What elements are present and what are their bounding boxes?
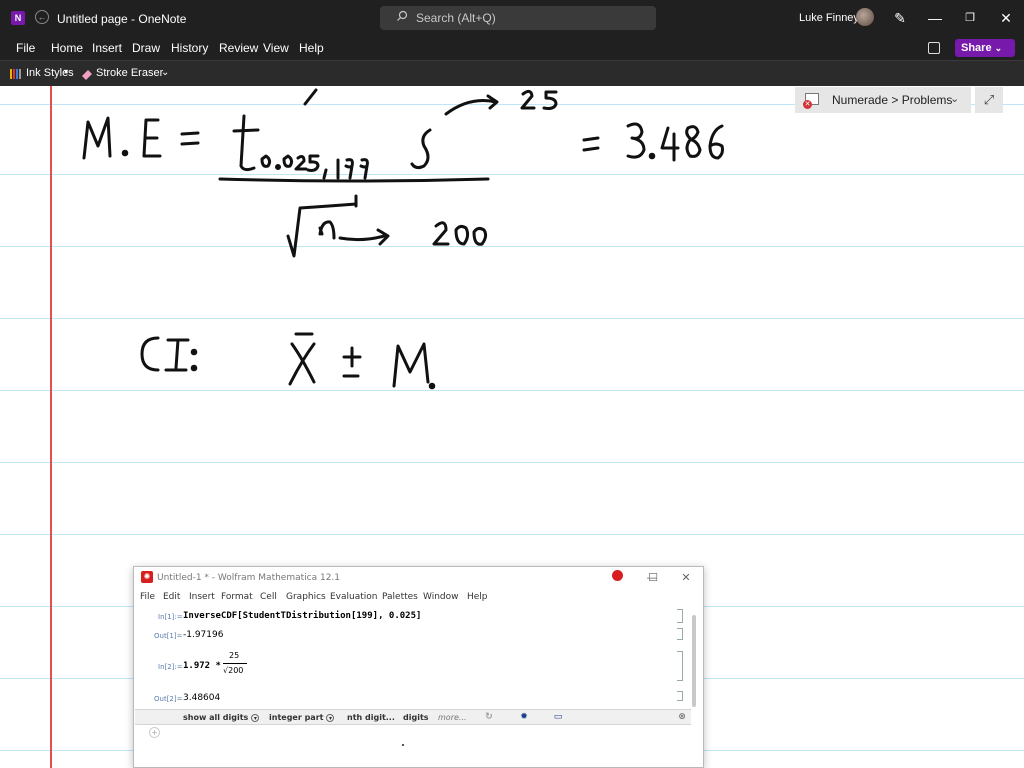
suggestion-digits[interactable]: digits [403,713,429,722]
mm-menu-file[interactable]: File [140,592,155,602]
suggestion-more[interactable]: more... [438,713,467,722]
menu-draw[interactable]: Draw [132,41,160,55]
suggestion-integer-part[interactable]: integer part ▾ [269,713,335,722]
mm-menu-graphics[interactable]: Graphics [286,592,326,602]
mm-menu-edit[interactable]: Edit [163,592,180,602]
suggestion-bar: show all digits ▾ integer part ▾ nth digit… [135,709,691,725]
search-icon [397,10,408,21]
output-cell: -1.97196 [183,630,224,640]
mathematica-title-bar: ✺ Untitled-1 * - Wolfram Mathematica 12.… [134,567,703,589]
breadcrumb-text: Numerade > Problems [832,93,953,107]
settings-icon[interactable]: ✹ [518,712,530,723]
input-cell[interactable]: InverseCDF[StudentTDistribution[199], 0.… [183,611,421,621]
dropdown-icon: ▾ [326,713,335,722]
mm-menu-help[interactable]: Help [467,592,488,602]
out-label: Out[1]= [154,632,183,640]
restore-icon[interactable]: ❐ [961,9,979,27]
suggestion-show-all-digits[interactable]: show all digits ▾ [183,713,260,722]
chat-icon[interactable]: ▭ [552,712,564,723]
mathematica-icon: ✺ [141,571,153,583]
menu-file[interactable]: File [16,41,35,55]
input-cell[interactable]: 1.972 * [183,661,221,671]
mm-menu-window[interactable]: Window [423,592,459,602]
fraction-denominator: √200 [223,666,244,675]
mm-menu-insert[interactable]: Insert [189,592,215,602]
fraction-bar [223,663,247,664]
share-button[interactable]: Share ⌄ [955,39,1015,57]
eraser-icon [82,70,92,80]
chevron-down-icon: ⌄ [994,43,1003,53]
menu-insert[interactable]: Insert [92,41,122,55]
ink-styles-icon [10,69,21,79]
error-icon: ✕ [803,100,812,109]
suggestion-label: integer part [269,713,324,722]
expand-icon[interactable]: ⤢ [975,87,1003,113]
suggestion-nth-digit[interactable]: nth digit... [347,713,395,722]
cell-bracket[interactable] [677,609,683,623]
share-label: Share [961,42,992,54]
stroke-eraser-button[interactable]: Stroke Eraser [96,67,163,79]
mm-menu-cell[interactable]: Cell [260,592,277,602]
close-icon[interactable]: ✕ [997,9,1015,27]
new-input-area[interactable]: + [135,727,691,767]
mm-menu-palettes[interactable]: Palettes [382,592,418,602]
mm-menu-format[interactable]: Format [221,592,253,602]
back-icon[interactable]: ← [35,10,49,24]
menu-home[interactable]: Home [51,41,83,55]
menu-history[interactable]: History [171,41,208,55]
close-suggestion-icon[interactable]: ⊗ [676,712,688,723]
menu-view[interactable]: View [263,41,289,55]
menu-help[interactable]: Help [299,41,324,55]
overflow-icon[interactable]: ⌄ [161,67,169,78]
suggestion-label: show all digits [183,713,249,722]
cell-bracket[interactable] [677,628,683,640]
fraction-numerator: 25 [229,651,240,660]
title-bar: N ← Untitled page - OneNote Search (Alt+… [0,0,1024,36]
window-title: Untitled page - OneNote [57,12,187,26]
onenote-icon: N [11,11,25,25]
menu-bar: File Home Insert Draw History Review Vie… [0,36,1024,60]
mathematica-notebook[interactable]: In[1]:= InverseCDF[StudentTDistribution[… [134,605,703,709]
cycle-icon[interactable]: ↻ [483,712,495,723]
add-cell-icon[interactable]: + [149,727,160,738]
chevron-down-icon[interactable]: ▾ [64,67,68,76]
minimize-icon[interactable]: — [926,9,944,27]
notebook-icon[interactable] [928,42,940,54]
pen-icon[interactable]: ✎ [891,9,909,27]
ribbon: Ink Styles ▾ Stroke Eraser ⌄ [0,60,1024,86]
search-placeholder: Search (Alt+Q) [416,11,496,25]
mathematica-menu-bar: File Edit Insert Format Cell Graphics Ev… [134,589,703,605]
user-name[interactable]: Luke Finney [799,12,859,24]
maximize-icon[interactable]: ☐ [645,570,661,586]
in-label: In[1]:= [158,613,183,621]
close-icon[interactable]: ✕ [678,570,694,586]
mathematica-title: Untitled-1 * - Wolfram Mathematica 12.1 [157,573,341,583]
out-label: Out[2]= [154,695,183,703]
mm-menu-evaluation[interactable]: Evaluation [330,592,378,602]
breadcrumb[interactable]: ✕ Numerade > Problems ⌄ [795,87,971,113]
menu-review[interactable]: Review [219,41,258,55]
mathematica-status-icon[interactable] [612,570,623,581]
insertion-cursor [402,744,404,746]
cell-bracket[interactable] [677,651,683,681]
chevron-down-icon[interactable]: ⌄ [950,92,959,105]
in-label: In[2]:= [158,663,183,671]
output-cell: 3.48604 [183,693,221,703]
mathematica-window[interactable]: ✺ Untitled-1 * - Wolfram Mathematica 12.… [133,566,704,768]
search-box[interactable]: Search (Alt+Q) [380,6,656,30]
cell-bracket[interactable] [677,691,683,701]
scrollbar[interactable] [692,615,696,707]
avatar[interactable] [856,8,874,26]
dropdown-icon: ▾ [251,713,260,722]
